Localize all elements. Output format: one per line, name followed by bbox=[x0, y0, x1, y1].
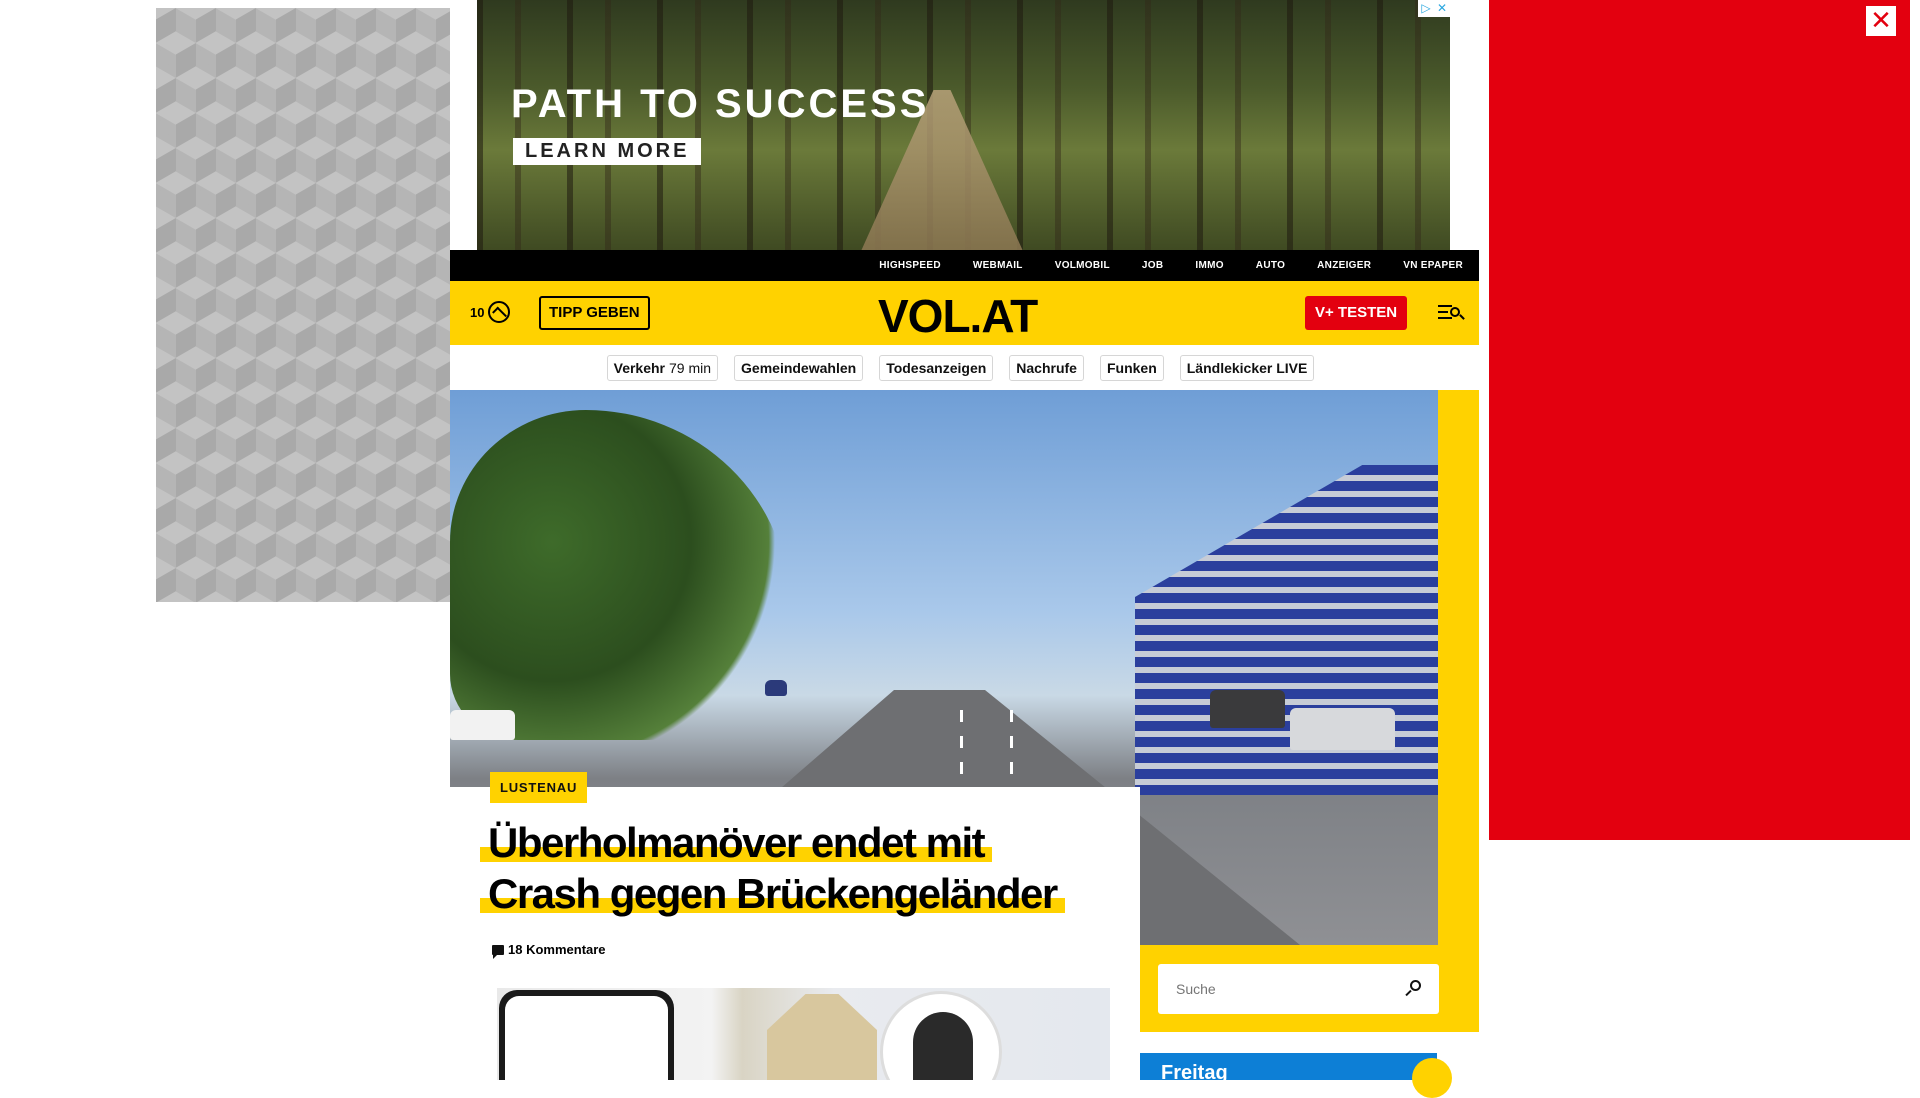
photo-car bbox=[1210, 690, 1285, 728]
topnav-webmail[interactable]: WEBMAIL bbox=[973, 260, 1023, 271]
weather-icon bbox=[488, 301, 511, 323]
quicklink-label: Gemeindewahlen bbox=[741, 359, 857, 376]
search-icon[interactable] bbox=[1405, 980, 1421, 997]
church-tower bbox=[767, 994, 877, 1080]
comments-link[interactable]: 18 Kommentare bbox=[492, 942, 606, 959]
adchoices-badge[interactable]: ▷ ✕ bbox=[1418, 0, 1450, 17]
weather-sun-icon bbox=[1412, 1058, 1452, 1098]
site-container: HIGHSPEED WEBMAIL VOLMOBIL JOB IMMO AUTO… bbox=[450, 250, 1479, 1032]
quicklink-label: Todesanzeigen bbox=[886, 359, 987, 376]
search-box[interactable] bbox=[1158, 964, 1439, 1014]
quicklink-laendlekicker[interactable]: Ländlekicker LIVE bbox=[1179, 354, 1315, 381]
headline-line-1: Überholmanöver endet mit bbox=[480, 819, 993, 866]
phone-image bbox=[499, 990, 674, 1080]
topnav-anzeiger[interactable]: ANZEIGER bbox=[1317, 260, 1371, 271]
quicklink-todesanzeigen[interactable]: Todesanzeigen bbox=[879, 354, 994, 381]
site-logo[interactable]: VOL.AT bbox=[878, 289, 1038, 343]
quicklink-label: Ländlekicker LIVE bbox=[1186, 359, 1308, 376]
quicklink-funken[interactable]: Funken bbox=[1099, 354, 1164, 381]
phone-screen bbox=[505, 996, 668, 1080]
hero-yellow-edge bbox=[1438, 390, 1479, 945]
ad-close-icon[interactable]: ✕ bbox=[1434, 0, 1450, 17]
category-badge[interactable]: LUSTENAU bbox=[490, 772, 588, 803]
photo-car bbox=[765, 680, 787, 696]
comments-count: 18 Kommentare bbox=[508, 942, 606, 957]
menu-bar bbox=[1438, 311, 1448, 313]
quicklink-nachrufe[interactable]: Nachrufe bbox=[1009, 354, 1084, 381]
adchoices-icon[interactable]: ▷ bbox=[1418, 0, 1434, 17]
topnav-vn-epaper[interactable]: VN EPAPER bbox=[1403, 260, 1463, 271]
weather-temperature: 10 bbox=[470, 304, 485, 320]
topnav-job[interactable]: JOB bbox=[1142, 260, 1163, 271]
search-input[interactable] bbox=[1158, 964, 1378, 1014]
photo-trees bbox=[450, 410, 790, 740]
weather-card[interactable]: Freitag bbox=[1140, 1053, 1437, 1080]
topnav-highspeed[interactable]: HIGHSPEED bbox=[879, 260, 941, 271]
person-avatar bbox=[880, 991, 1002, 1080]
headline[interactable]: Überholmanöver endet mit Crash gegen Brüc… bbox=[480, 817, 1100, 919]
ad-headline: PATH TO SUCCESS bbox=[511, 82, 930, 126]
menu-search-icon[interactable] bbox=[1438, 301, 1465, 325]
topnav-immo[interactable]: IMMO bbox=[1195, 260, 1223, 271]
magnifier-handle bbox=[1459, 314, 1465, 320]
quicklinks-bar: Verkehr 79 min Gemeindewahlen Todesanzeig… bbox=[450, 345, 1479, 390]
vplus-testen-button[interactable]: V+ TESTEN bbox=[1305, 296, 1408, 330]
left-skyscraper-ad[interactable] bbox=[156, 8, 450, 602]
hero-article[interactable]: LUSTENAU Überholmanöver endet mit Crash g… bbox=[450, 390, 1479, 1032]
weather-card-title: Freitag bbox=[1161, 1062, 1228, 1080]
search-panel bbox=[1140, 945, 1479, 1032]
photo-car bbox=[450, 710, 515, 740]
photo-car bbox=[1290, 708, 1395, 750]
quicklink-label: Nachrufe bbox=[1016, 359, 1077, 376]
article-headline[interactable]: Überholmanöver endet mit Crash gegen Brüc… bbox=[480, 817, 1100, 919]
quicklink-sub: 79 min bbox=[669, 359, 712, 376]
quicklink-label: Funken bbox=[1106, 359, 1157, 376]
close-icon[interactable]: ✕ bbox=[1866, 6, 1896, 36]
top-banner-ad[interactable]: PATH TO SUCCESS LEARN MORE ▷ ✕ bbox=[477, 0, 1450, 250]
menu-bar bbox=[1438, 305, 1452, 307]
tipp-geben-button[interactable]: TIPP GEBEN bbox=[539, 296, 650, 330]
menu-bar bbox=[1438, 317, 1452, 319]
quicklink-gemeindewahlen[interactable]: Gemeindewahlen bbox=[734, 354, 864, 381]
search-lens bbox=[1410, 980, 1421, 991]
weather-widget[interactable]: 10 bbox=[470, 301, 511, 323]
right-sidebar-ad[interactable] bbox=[1489, 0, 1910, 840]
secondary-article-image[interactable] bbox=[497, 988, 1110, 1080]
comment-icon bbox=[492, 944, 504, 959]
quicklink-label: Verkehr bbox=[613, 359, 665, 376]
search-handle bbox=[1405, 989, 1412, 997]
headline-line-2: Crash gegen Brückengeländer bbox=[480, 870, 1065, 917]
topnav-auto[interactable]: AUTO bbox=[1256, 260, 1285, 271]
topnav-volmobil[interactable]: VOLMOBIL bbox=[1055, 260, 1110, 271]
site-header: 10 TIPP GEBEN VOL.AT V+ TESTEN bbox=[450, 281, 1479, 345]
ad-learn-more-button[interactable]: LEARN MORE bbox=[513, 138, 702, 165]
quicklink-verkehr[interactable]: Verkehr 79 min bbox=[606, 354, 719, 381]
top-service-nav: HIGHSPEED WEBMAIL VOLMOBIL JOB IMMO AUTO… bbox=[450, 250, 1479, 281]
